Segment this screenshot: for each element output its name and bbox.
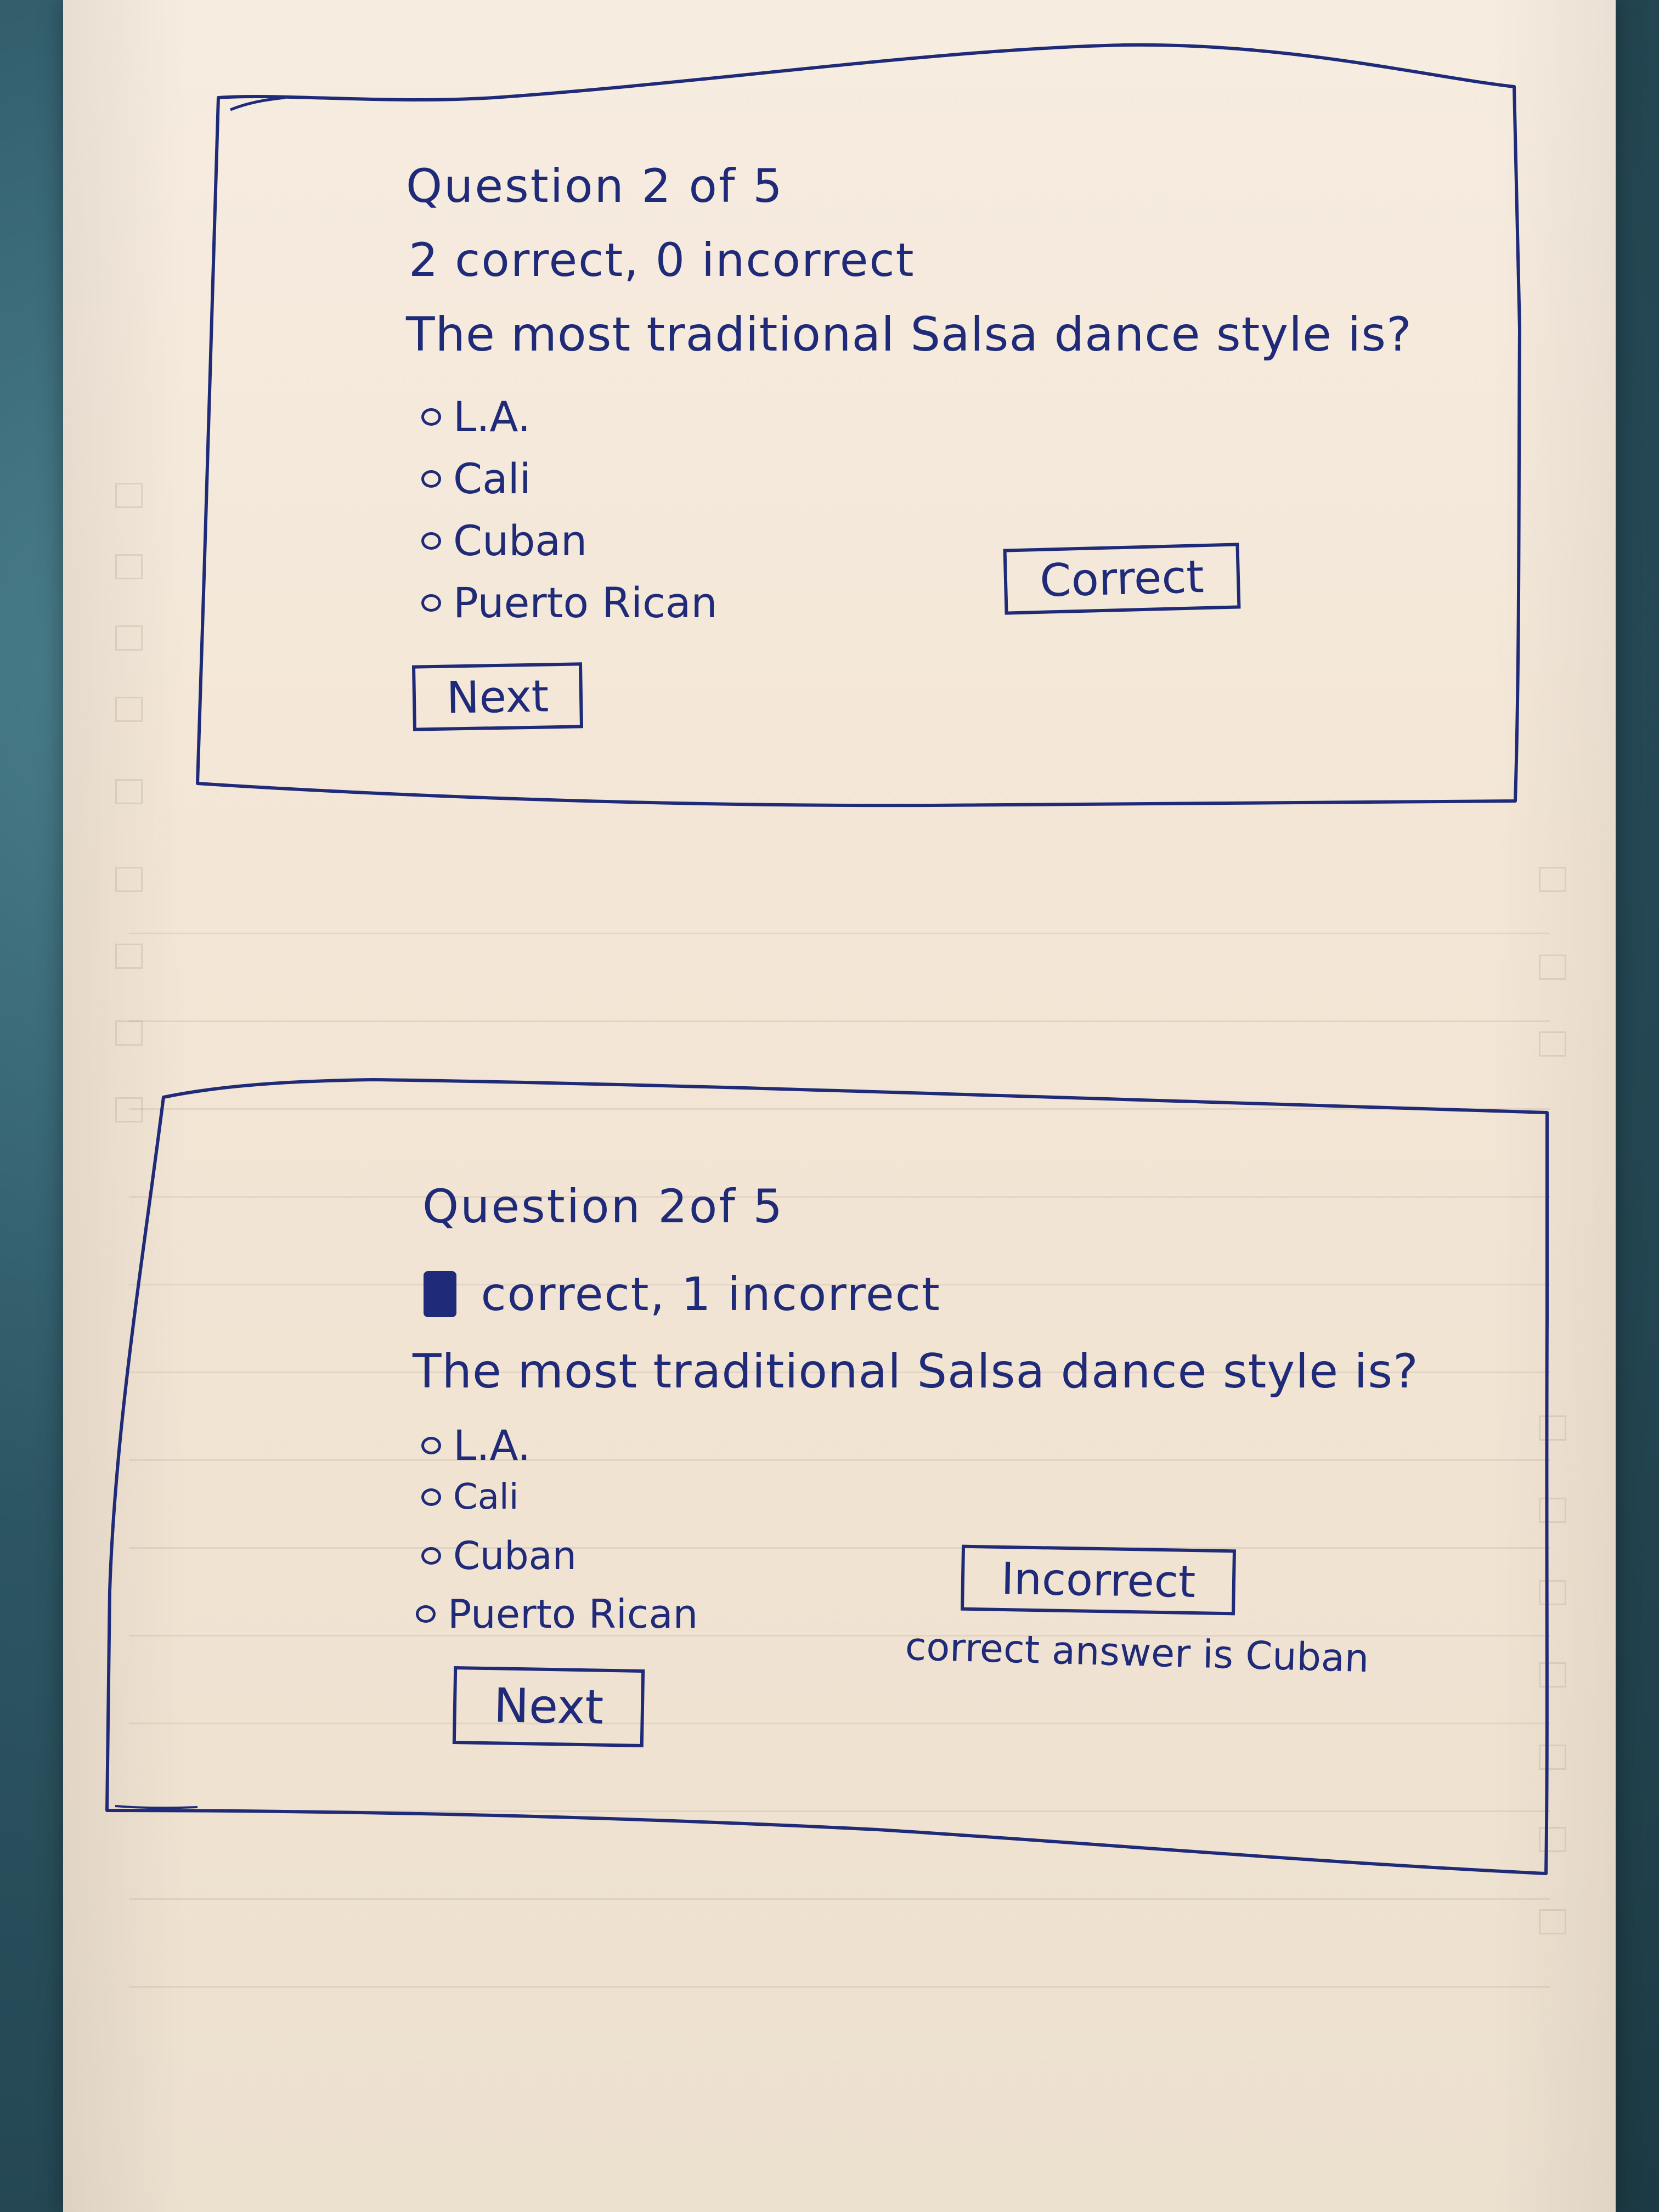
- scribbled-count: 1: [424, 1267, 457, 1321]
- score-text: correct, 1 incorrect: [481, 1267, 941, 1321]
- option-label: L.A.: [453, 1421, 531, 1470]
- radio-button-icon[interactable]: [421, 1547, 441, 1565]
- score-summary: 1 correct, 1 incorrect: [424, 1267, 941, 1321]
- radio-button-icon[interactable]: [416, 1605, 436, 1623]
- option-label: Cali: [453, 1477, 519, 1517]
- radio-button-icon[interactable]: [421, 1436, 441, 1454]
- option-label: Puerto Rican: [448, 1591, 698, 1637]
- screen-2-frame: [105, 1078, 1549, 1875]
- next-button[interactable]: Next: [452, 1666, 645, 1748]
- option-cali[interactable]: Cali: [421, 1477, 518, 1517]
- radio-button-icon[interactable]: [421, 1488, 441, 1506]
- option-la[interactable]: L.A.: [421, 1421, 531, 1470]
- feedback-incorrect-badge: Incorrect: [960, 1544, 1237, 1616]
- option-cuban[interactable]: Cuban: [421, 1533, 577, 1578]
- option-label: Cuban: [453, 1533, 577, 1578]
- question-text: The most traditional Salsa dance style i…: [413, 1344, 1419, 1399]
- question-counter: Question 2of 5: [422, 1180, 784, 1233]
- option-puerto-rican[interactable]: Puerto Rican: [416, 1591, 698, 1637]
